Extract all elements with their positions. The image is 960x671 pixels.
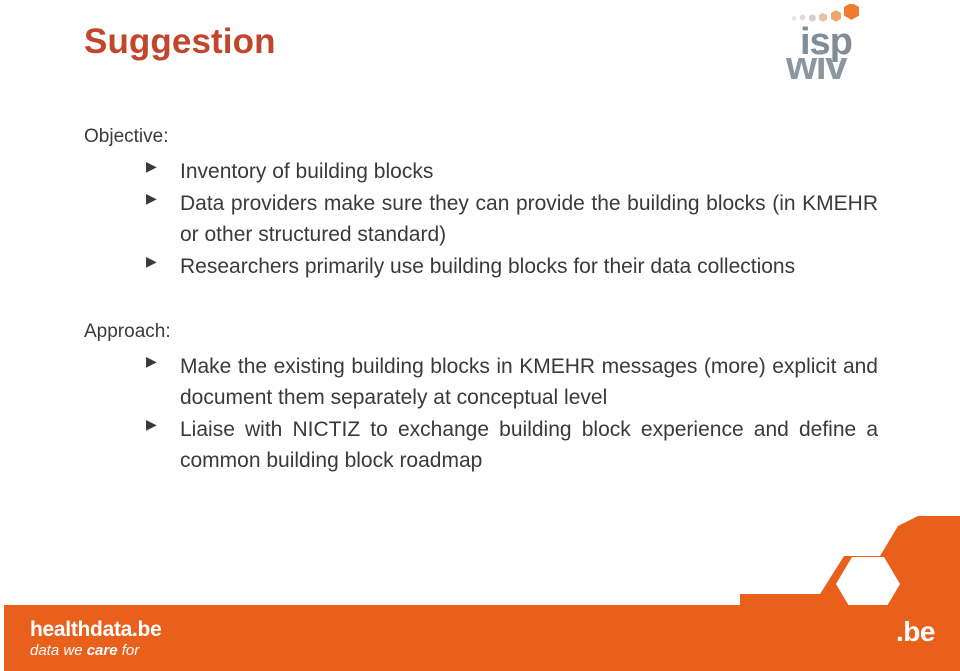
list-item: ▶ Researchers primarily use building blo… [84, 251, 878, 282]
slide-body: Objective: ▶ Inventory of building block… [84, 124, 878, 477]
bullet-list-objective: ▶ Inventory of building blocks ▶ Data pr… [84, 156, 878, 282]
isp-wiv-wordmark: isp wiv [786, 23, 906, 89]
triangle-bullet-icon: ▶ [146, 189, 157, 206]
hexagon-corner-decoration-icon [740, 516, 960, 616]
list-item-text: Researchers primarily use building block… [180, 254, 796, 278]
list-item: ▶ Make the existing building blocks in K… [84, 351, 878, 413]
triangle-bullet-icon: ▶ [146, 415, 157, 432]
triangle-bullet-icon: ▶ [146, 252, 157, 269]
triangle-bullet-icon: ▶ [146, 157, 157, 174]
page-title: Suggestion [84, 22, 276, 61]
footer-bar: healthdata.be data we care for [4, 605, 960, 671]
list-item-text: Make the existing building blocks in KME… [180, 354, 878, 409]
section-heading-objective: Objective: [84, 126, 169, 147]
footer-domain-mark: .be [896, 616, 935, 647]
tagline-part-1: data we [30, 642, 87, 660]
list-item: ▶ Inventory of building blocks [84, 156, 878, 187]
tagline-emphasis: care [86, 642, 118, 660]
isp-wiv-logo: isp wiv [786, 4, 906, 88]
section-objective: Objective: ▶ Inventory of building block… [84, 124, 878, 282]
section-heading-approach: Approach: [84, 320, 171, 342]
list-item: ▶ Liaise with NICTIZ to exchange buildin… [84, 414, 878, 476]
section-approach: Approach: ▶ Make the existing building b… [84, 319, 878, 476]
footer-brand-name: healthdata.be [30, 618, 162, 641]
triangle-bullet-icon: ▶ [146, 352, 157, 369]
logo-text-wiv: wiv [786, 44, 847, 88]
list-item: ▶ Data providers make sure they can prov… [84, 188, 878, 250]
tagline-part-2: for [117, 642, 140, 660]
footer-brand: healthdata.be data we care for [30, 618, 162, 659]
presentation-slide: Suggestion isp wiv Objective: ▶ Inventor… [0, 0, 960, 671]
list-item-text: Data providers make sure they can provid… [180, 191, 878, 246]
list-item-text: Inventory of building blocks [180, 159, 434, 183]
footer-brand-tagline: data we care for [30, 642, 161, 659]
bullet-list-approach: ▶ Make the existing building blocks in K… [84, 351, 878, 476]
list-item-text: Liaise with NICTIZ to exchange building … [180, 417, 878, 472]
